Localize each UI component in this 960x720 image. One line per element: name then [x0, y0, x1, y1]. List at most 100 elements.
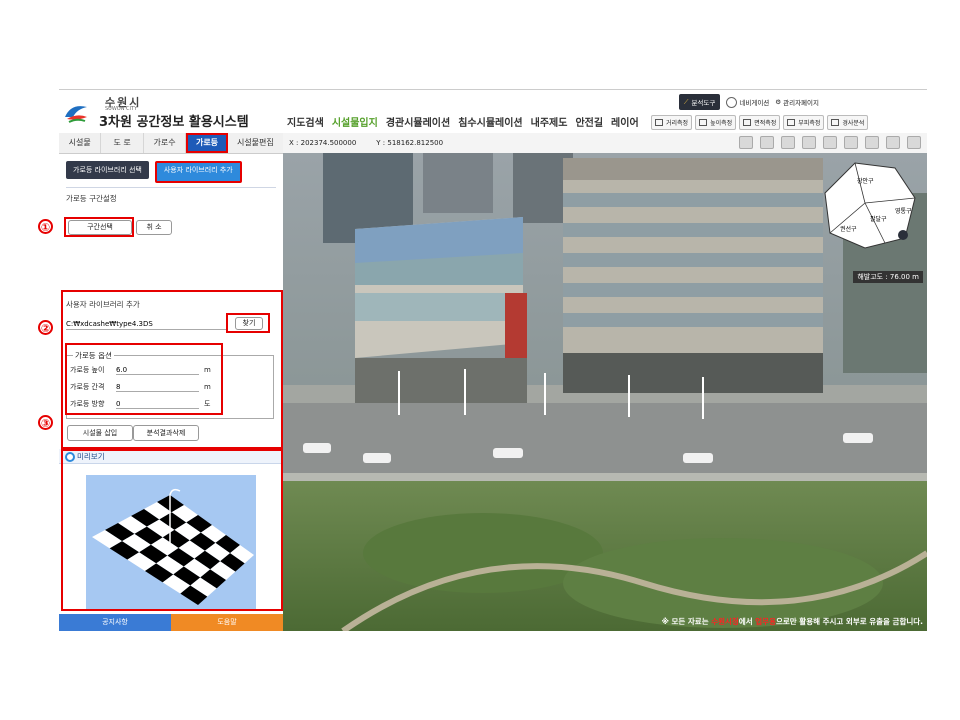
walk-icon[interactable] [781, 136, 795, 149]
option-direction-row: 가로등 방향 도 [70, 399, 210, 409]
distance-icon [655, 119, 663, 126]
y-label: Y : [376, 139, 386, 147]
tab-street-tree[interactable]: 가로수 [144, 133, 187, 153]
height-measure-label: 높이측정 [710, 120, 733, 127]
print-icon[interactable] [886, 136, 900, 149]
district-gwonseon: 권선구 [840, 225, 857, 233]
area-measure-button[interactable]: 면적측정 [739, 115, 781, 130]
car-icon[interactable] [844, 136, 858, 149]
preview-title: 미리보기 [77, 452, 105, 461]
select-streetlight-library-button[interactable]: 가로등 라이브러리 선택 [66, 161, 149, 179]
nav-layer[interactable]: 레이어 [611, 114, 639, 129]
tab-facility[interactable]: 시설물 [59, 133, 102, 153]
option-height-row: 가로등 높이 m [70, 365, 211, 375]
analysis-tool-label: 분석도구 [691, 99, 716, 107]
option-direction-label: 가로등 방향 [70, 400, 105, 408]
annotation-1: ① [38, 219, 53, 234]
divider [66, 187, 276, 188]
disclaimer-prefix: ※ 모든 자료는 [661, 617, 709, 626]
y-coordinate: Y : 518162.812500 [376, 139, 443, 147]
option-interval-label: 가로등 간격 [70, 383, 105, 391]
tab-streetlight[interactable]: 가로등 [186, 133, 228, 153]
section-user-lib-title: 사용자 라이브러리 추가 [66, 300, 140, 309]
select-interval-button[interactable]: 구간선택 [68, 220, 132, 235]
slope-analysis-label: 경사분석 [842, 120, 865, 127]
height-icon [699, 119, 708, 126]
logo-mark-icon [65, 106, 87, 123]
screen-capture-icon[interactable] [865, 136, 879, 149]
x-value: 202374.500000 [300, 139, 357, 147]
fly-icon[interactable] [802, 136, 816, 149]
disclaimer-suffix: 으로만 활용해 주시고 외부로 유출을 금합니다. [775, 617, 923, 626]
district-yeongtong: 영통구 [895, 207, 912, 215]
measure-tools: 거리측정 높이측정 면적측정 부피측정 경사분석 [651, 115, 869, 130]
find-button[interactable]: 찾기 [235, 317, 263, 330]
cancel-button[interactable]: 취 소 [136, 220, 172, 235]
district-jangan: 장안구 [857, 177, 874, 185]
cloud-icon[interactable] [739, 136, 753, 149]
nav-my-theme-map[interactable]: 내주제도 [531, 114, 568, 129]
logo[interactable]: 수원시 SUWON CITY 3차원 공간정보 활용시스템 [63, 93, 285, 131]
bottom-buttons: 공지사항 도움말 [59, 614, 283, 631]
tab-facility-edit[interactable]: 시설물편집 [228, 133, 283, 153]
area-measure-label: 면적측정 [754, 120, 777, 127]
ruler-icon: ⟋ [683, 97, 689, 106]
disclaimer-city-hall: 수원시청 [711, 617, 739, 626]
info-icon[interactable] [760, 136, 774, 149]
admin-page-button[interactable]: ⚙ 관리자페이지 [775, 97, 819, 107]
analysis-tool-button[interactable]: ⟋ 분석도구 [678, 94, 721, 110]
navigation-button[interactable]: 네비게이션 [726, 96, 770, 108]
area-icon [743, 119, 752, 126]
slope-icon [831, 119, 840, 126]
nav-flood-sim[interactable]: 침수시뮬레이션 [458, 114, 522, 129]
preview-bullet-icon [65, 452, 75, 462]
height-measure-button[interactable]: 높이측정 [695, 115, 737, 130]
volume-measure-button[interactable]: 부피측정 [783, 115, 825, 130]
option-direction-unit: 도 [204, 400, 211, 408]
compass-icon [726, 96, 738, 108]
slope-analysis-button[interactable]: 경사분석 [827, 115, 869, 130]
y-value: 518162.812500 [387, 139, 444, 147]
tab-road[interactable]: 도 로 [101, 133, 144, 153]
map-toolbar [739, 136, 921, 149]
option-direction-input[interactable] [116, 399, 199, 409]
library-buttons: 가로등 라이브러리 선택 사용자 라이브러리 추가 [66, 161, 242, 183]
map-panel: X : 202374.500000 Y : 518162.812500 장안구 … [283, 133, 927, 631]
preview-header: 미리보기 [59, 449, 283, 464]
nav-safe-road[interactable]: 안전길 [575, 114, 603, 129]
main-nav: 지도검색 시설물입지 경관시뮬레이션 침수시뮬레이션 내주제도 안전길 레이어 [287, 114, 639, 129]
option-interval-input[interactable] [116, 382, 199, 392]
globe-icon[interactable] [907, 136, 921, 149]
coordinates: X : 202374.500000 Y : 518162.812500 [289, 139, 443, 147]
delete-analysis-button[interactable]: 분석결과삭제 [133, 425, 199, 441]
nav-landscape-sim[interactable]: 경관시뮬레이션 [386, 114, 450, 129]
annotation-2: ② [38, 320, 53, 335]
option-height-label: 가로등 높이 [70, 366, 105, 374]
preview-canvas[interactable] [86, 475, 256, 609]
distance-measure-button[interactable]: 거리측정 [651, 115, 693, 130]
tab-bar: 시설물 도 로 가로수 가로등 시설물편집 [59, 133, 283, 154]
option-height-input[interactable] [116, 365, 199, 375]
section-interval-title: 가로등 구간설정 [66, 194, 117, 203]
nav-map-search[interactable]: 지도검색 [287, 114, 324, 129]
app-window: 수원시 SUWON CITY 3차원 공간정보 활용시스템 지도검색 시설물입지… [59, 89, 927, 631]
nav-facility-location[interactable]: 시설물입지 [332, 114, 378, 129]
option-interval-row: 가로등 간격 m [70, 382, 211, 392]
header: 수원시 SUWON CITY 3차원 공간정보 활용시스템 지도검색 시설물입지… [59, 89, 927, 134]
library-path-field[interactable] [66, 318, 226, 330]
district-minimap[interactable]: 장안구 영통구 팔달구 권선구 [815, 153, 925, 253]
option-height-unit: m [204, 366, 211, 374]
annotation-3: ③ [38, 415, 53, 430]
pan-hand-icon[interactable] [823, 136, 837, 149]
disclaimer-mid: 에서 [738, 617, 753, 626]
add-user-library-button[interactable]: 사용자 라이브러리 추가 [154, 161, 242, 183]
x-coordinate: X : 202374.500000 [289, 139, 356, 147]
x-label: X : [289, 139, 299, 147]
streetlight-options: 가로등 옵션 가로등 높이 m 가로등 간격 m 가로등 방향 도 [66, 350, 274, 419]
sidebar: 시설물 도 로 가로수 가로등 시설물편집 가로등 라이브러리 선택 사용자 라… [59, 133, 284, 631]
help-button[interactable]: 도움말 [171, 614, 283, 631]
gear-icon: ⚙ [775, 98, 782, 106]
insert-facility-button[interactable]: 시설물 삽입 [67, 425, 133, 441]
navigation-label: 네비게이션 [739, 99, 770, 107]
notice-button[interactable]: 공지사항 [59, 614, 171, 631]
